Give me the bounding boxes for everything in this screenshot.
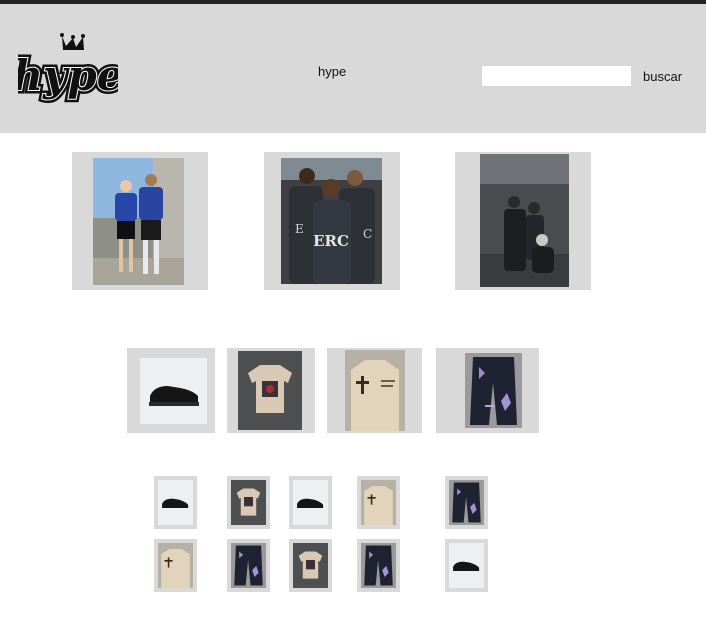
- photo-group-dark-outfits: [480, 154, 569, 287]
- featured-card-3[interactable]: [455, 152, 591, 290]
- product-card-dark-graphic-jeans[interactable]: [436, 348, 539, 433]
- photo-two-models-blue-hoodies: [93, 158, 184, 285]
- product-card-graphic-tshirt[interactable]: [227, 348, 315, 433]
- beige-cross-hoodie: [158, 543, 193, 588]
- svg-text:ERC: ERC: [313, 232, 349, 250]
- featured-card-2[interactable]: ERC E C: [264, 152, 400, 290]
- product-card-beige-cross-hoodie[interactable]: [327, 348, 422, 433]
- thumbnail-card[interactable]: [227, 476, 270, 529]
- search-button[interactable]: buscar: [643, 69, 682, 84]
- svg-text:hype: hype: [18, 51, 118, 100]
- thumbnail-card[interactable]: [445, 476, 488, 529]
- thumbnail-card[interactable]: [227, 539, 270, 592]
- logo-graphic: hype hype: [9, 33, 127, 104]
- thumbnail-card[interactable]: [357, 539, 400, 592]
- thumbnail-card[interactable]: [289, 539, 332, 592]
- dark-graphic-jeans: [231, 543, 266, 588]
- graphic-tshirt: [238, 351, 302, 430]
- thumbnail-card[interactable]: [154, 539, 197, 592]
- photo-three-models-gray-hoodies: ERC E C: [281, 158, 382, 284]
- svg-text:E: E: [295, 222, 304, 236]
- site-header: hype hype hype buscar: [0, 4, 706, 133]
- svg-text:C: C: [363, 227, 372, 241]
- featured-card-1[interactable]: [72, 152, 208, 290]
- beige-cross-hoodie: [361, 480, 396, 525]
- black-sneaker: [140, 358, 207, 424]
- thumbnail-card[interactable]: [289, 476, 332, 529]
- thumbnail-card[interactable]: [357, 476, 400, 529]
- black-sneaker: [158, 480, 193, 525]
- graphic-tshirt: [231, 480, 266, 525]
- dark-graphic-jeans: [449, 480, 484, 525]
- dark-graphic-jeans: [465, 353, 522, 428]
- product-card-black-sneaker[interactable]: [127, 348, 215, 433]
- thumbnail-card[interactable]: [154, 476, 197, 529]
- black-sneaker: [449, 543, 484, 588]
- beige-cross-hoodie: [345, 350, 405, 431]
- thumbnail-card[interactable]: [445, 539, 488, 592]
- search-input[interactable]: [482, 66, 631, 86]
- nav-link-hype[interactable]: hype: [318, 64, 346, 79]
- dark-graphic-jeans: [361, 543, 396, 588]
- graphic-tshirt: [293, 543, 328, 588]
- black-sneaker: [293, 480, 328, 525]
- hype-logo[interactable]: hype hype: [9, 28, 127, 108]
